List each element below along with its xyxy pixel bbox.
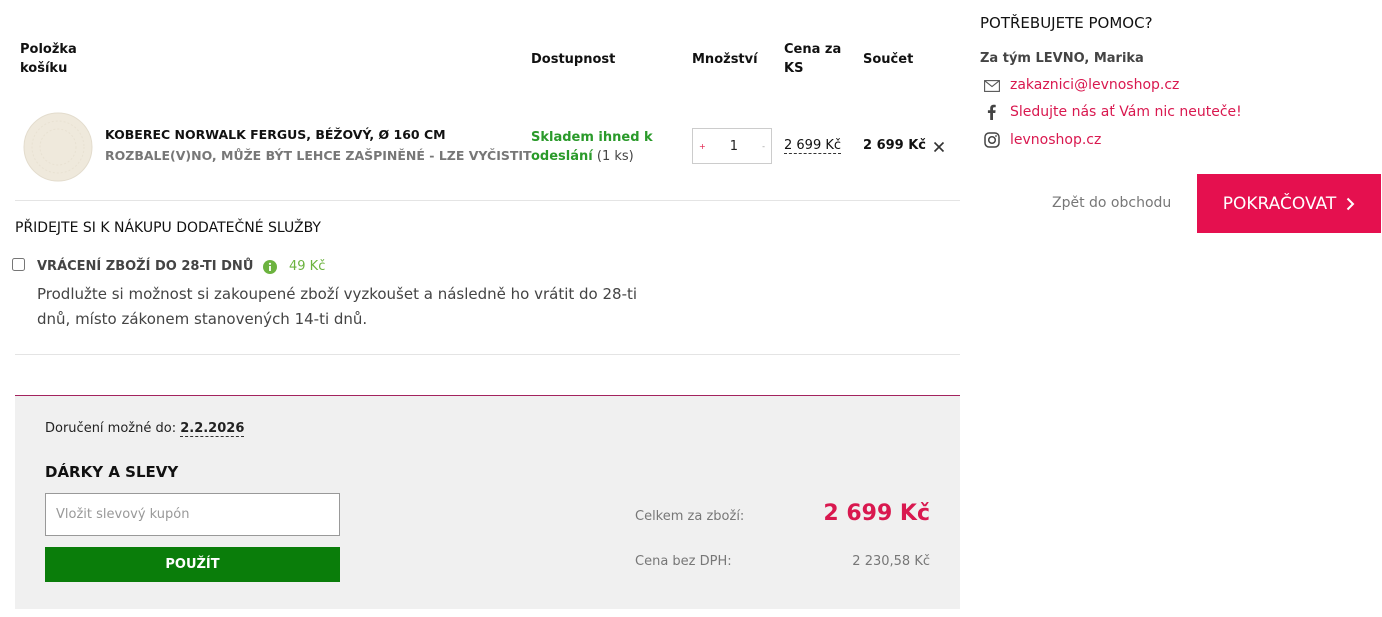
header-total: Součet [863, 52, 914, 67]
unit-price-value: 2 699 Kč [784, 138, 842, 154]
help-facebook-link[interactable]: Sledujte nás ať Vám nic neuteče! [1010, 104, 1242, 120]
apply-coupon-button[interactable]: POUŽÍT [45, 547, 340, 582]
product-image[interactable] [23, 112, 93, 182]
header-item-line2: košíku [20, 61, 68, 76]
delivery-label: Doručení možné do: [45, 421, 177, 436]
header-item: Položka košíku [20, 40, 77, 78]
help-email-link[interactable]: zakaznici@levnoshop.cz [1010, 77, 1179, 93]
coupon-input[interactable] [45, 493, 340, 536]
help-title: POTŘEBUJETE POMOC? [980, 14, 1153, 32]
header-availability: Dostupnost [531, 52, 616, 67]
continue-label: POKRAČOVAT [1222, 193, 1337, 214]
divider [15, 354, 960, 355]
availability-count: (1 ks) [596, 149, 634, 164]
delivery-info: Doručení možné do: 2.2.2026 [45, 421, 245, 437]
header-quantity: Množství [692, 52, 758, 67]
continue-button[interactable]: POKRAČOVAT [1197, 174, 1381, 233]
return-service-description: Prodlužte si možnost si zakoupené zboží … [37, 282, 637, 332]
row-total: 2 699 Kč [863, 138, 927, 153]
availability-line2: odeslání [531, 149, 593, 164]
help-instagram-link[interactable]: levnoshop.cz [1010, 132, 1101, 148]
unit-price: 2 699 Kč [784, 138, 842, 154]
instagram-icon[interactable] [984, 132, 1000, 148]
chevron-right-icon [1346, 197, 1355, 211]
header-unit-price-line1: Cena za [784, 42, 842, 57]
net-price-value: 2 230,58 Kč [852, 554, 930, 569]
divider [15, 200, 960, 201]
total-value: 2 699 Kč [823, 501, 930, 526]
availability-line1: Skladem ihned k [531, 130, 653, 145]
net-price-label: Cena bez DPH: [635, 554, 732, 569]
increase-button[interactable]: + [699, 142, 706, 151]
services-title: PŘIDEJTE SI K NÁKUPU DODATEČNÉ SLUŽBY [15, 220, 321, 236]
info-icon[interactable] [263, 260, 277, 274]
product-note: ROZBALE(V)NO, MŮŽE BÝT LEHCE ZAŠPINĚNÉ -… [105, 148, 532, 163]
header-unit-price-line2: KS [784, 61, 804, 76]
availability-line2-wrap: odeslání (1 ks) [531, 147, 653, 166]
return-service-price: 49 Kč [289, 259, 326, 274]
facebook-icon[interactable] [987, 104, 996, 120]
description-line1: Prodlužte si možnost si zakoupené zboží … [37, 285, 638, 303]
quantity-stepper[interactable]: + 1 - [692, 128, 772, 164]
help-team: Za tým LEVNO, Marika [980, 51, 1144, 66]
header-unit-price: Cena za KS [784, 40, 841, 78]
product-name[interactable]: KOBEREC NORWALK FERGUS, BÉŽOVÝ, Ø 160 CM [105, 127, 446, 142]
delivery-date: 2.2.2026 [180, 421, 245, 437]
gifts-title: DÁRKY A SLEVY [45, 463, 179, 481]
description-line2: dnů, místo zákonem stanovených 14-ti dnů… [37, 310, 368, 328]
return-service-label[interactable]: VRÁCENÍ ZBOŽÍ DO 28-TI DNŮ [37, 259, 253, 274]
close-icon[interactable] [933, 141, 945, 153]
mail-icon [984, 80, 1000, 92]
return-service-checkbox[interactable] [12, 258, 25, 271]
total-label: Celkem za zboží: [635, 509, 745, 524]
header-item-line1: Položka [20, 42, 77, 57]
back-to-shop-link[interactable]: Zpět do obchodu [1052, 195, 1171, 211]
availability: Skladem ihned k odeslání (1 ks) [531, 128, 653, 166]
quantity-value[interactable]: 1 [730, 139, 738, 154]
decrease-button[interactable]: - [762, 142, 765, 151]
